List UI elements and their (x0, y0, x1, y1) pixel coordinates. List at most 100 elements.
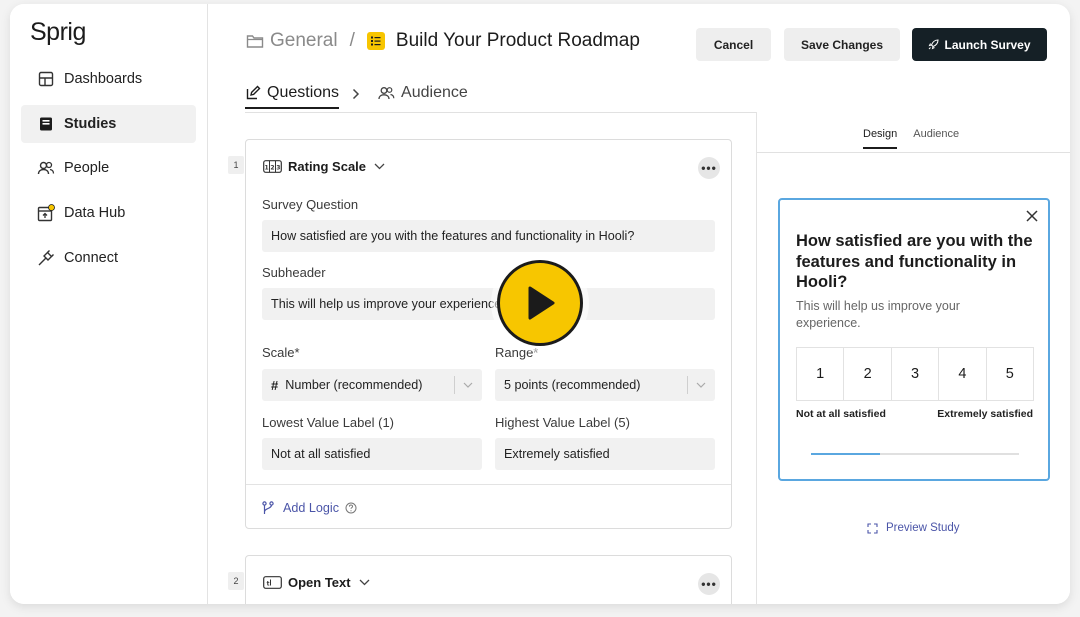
survey-question-label: Survey Question (262, 197, 359, 212)
video-play-button[interactable] (497, 260, 583, 346)
chevron-down-icon (696, 378, 706, 392)
preview-study-button[interactable]: Preview Study (867, 522, 960, 534)
sidebar-item-studies[interactable]: Studies (21, 104, 196, 143)
help-icon[interactable] (345, 502, 357, 514)
edit-icon (245, 85, 261, 101)
launch-survey-label: Launch Survey (944, 37, 1031, 52)
scale-select-value: Number (recommended) (285, 378, 423, 392)
survey-progress-fill (811, 453, 880, 455)
scale-label: Scale* (262, 345, 300, 360)
rating-option-1[interactable]: 1 (797, 348, 845, 400)
survey-preview-subheader: This will help us improve your experienc… (796, 299, 960, 330)
preview-tabs: Design Audience (863, 128, 959, 149)
chevron-down-icon (374, 163, 385, 170)
lowest-value-label: Lowest Value Label (1) (262, 415, 395, 430)
rating-scale-icon: 123 (263, 160, 282, 173)
chevron-right-icon (352, 88, 360, 100)
range-select[interactable]: 5 points (recommended) (495, 369, 715, 401)
select-divider (454, 376, 455, 394)
svg-text:t: t (267, 580, 270, 587)
range-select-value: 5 points (recommended) (504, 378, 641, 392)
svg-text:2: 2 (270, 164, 274, 171)
tab-audience-label: Audience (401, 84, 468, 101)
list-icon (366, 32, 385, 50)
cancel-button[interactable]: Cancel (696, 28, 771, 61)
question-type-label: Open Text (288, 575, 351, 590)
question-type-label: Rating Scale (288, 159, 367, 174)
breadcrumb-folder[interactable]: General (270, 30, 338, 52)
tab-questions[interactable]: Questions (245, 84, 340, 109)
dashboard-icon (37, 70, 55, 88)
sidebar-item-people[interactable]: People (21, 149, 196, 187)
rating-scale: 1 2 3 4 5 (796, 347, 1034, 401)
app-window: Sprig Dashboards Studies People Data Hub… (10, 4, 1070, 604)
launch-survey-button[interactable]: Launch Survey (912, 28, 1047, 61)
preview-study-label: Preview Study (886, 522, 960, 534)
rating-option-5[interactable]: 5 (987, 348, 1033, 400)
more-options-icon[interactable]: ••• (698, 573, 720, 595)
expand-icon (867, 522, 878, 534)
sidebar-item-connect[interactable]: Connect (21, 239, 196, 277)
rating-option-4[interactable]: 4 (939, 348, 987, 400)
svg-text:3: 3 (276, 164, 280, 171)
rating-option-3[interactable]: 3 (892, 348, 940, 400)
question-card-open-text: t Open Text ••• (245, 555, 732, 604)
tab-questions-label: Questions (267, 84, 340, 101)
open-text-icon: t (263, 576, 282, 589)
sidebar-item-label: Studies (64, 115, 117, 132)
question-card-rating-scale: 123 Rating Scale ••• Survey Question How… (245, 139, 732, 529)
rocket-icon (928, 39, 940, 50)
range-label: Range* (495, 345, 539, 360)
survey-question-input[interactable]: How satisfied are you with the features … (262, 220, 715, 252)
sidebar-item-label: Connect (64, 249, 119, 266)
sidebar-item-data-hub[interactable]: Data Hub (21, 194, 196, 232)
people-icon (37, 159, 55, 177)
sidebar-item-dashboards[interactable]: Dashboards (21, 60, 196, 98)
hash-icon: # (271, 377, 279, 393)
question-number: 1 (228, 156, 244, 174)
tab-preview-audience[interactable]: Audience (913, 128, 959, 149)
scale-low-label: Not at all satisfied (796, 408, 886, 420)
question-number: 2 (228, 572, 244, 590)
sidebar-item-label: People (64, 160, 110, 177)
highest-value-label: Highest Value Label (5) (495, 415, 630, 430)
chevron-down-icon (463, 378, 473, 392)
tab-design[interactable]: Design (863, 128, 898, 149)
survey-progress-bar (811, 453, 1019, 455)
play-icon (528, 286, 555, 320)
breadcrumb: General / Build Your Product Roadmap (246, 30, 640, 52)
scale-high-label: Extremely satisfied (937, 408, 1033, 420)
card-divider (246, 484, 731, 485)
tab-audience[interactable]: Audience (378, 84, 468, 109)
chevron-down-icon (359, 579, 370, 586)
rating-option-2[interactable]: 2 (844, 348, 892, 400)
studies-icon (37, 115, 55, 133)
survey-preview-card: How satisfied are you with the features … (778, 198, 1050, 481)
question-type-selector[interactable]: t Open Text (263, 575, 370, 590)
sprig-logo[interactable]: Sprig (30, 18, 86, 47)
close-icon[interactable] (1024, 208, 1040, 224)
sidebar-nav: Dashboards Studies People Data Hub Conne… (21, 60, 196, 283)
survey-preview-question: How satisfied are you with the features … (796, 232, 1033, 291)
subheader-label: Subheader (262, 265, 326, 280)
preview-panel: Design Audience How satisfied are you wi… (756, 112, 1070, 604)
save-changes-button[interactable]: Save Changes (784, 28, 900, 61)
question-type-selector[interactable]: 123 Rating Scale (263, 159, 385, 174)
more-options-icon[interactable]: ••• (698, 157, 720, 179)
page-title: Build Your Product Roadmap (395, 30, 640, 51)
branch-icon (262, 501, 274, 515)
highest-value-input[interactable]: Extremely satisfied (495, 438, 715, 470)
sidebar: Sprig Dashboards Studies People Data Hub… (10, 4, 208, 604)
add-logic-button[interactable]: Add Logic (262, 501, 357, 515)
people-icon (378, 86, 395, 100)
subheader-input[interactable]: This will help us improve your experienc… (262, 288, 715, 320)
folder-icon (246, 33, 264, 49)
plug-icon (37, 249, 55, 267)
lowest-value-input[interactable]: Not at all satisfied (262, 438, 482, 470)
add-logic-label: Add Logic (283, 501, 340, 515)
editor-tabs: Questions Audience (245, 84, 468, 109)
scale-select[interactable]: # Number (recommended) (262, 369, 482, 401)
sidebar-item-label: Data Hub (64, 205, 126, 222)
sidebar-item-label: Dashboards (64, 71, 143, 87)
select-divider (687, 376, 688, 394)
